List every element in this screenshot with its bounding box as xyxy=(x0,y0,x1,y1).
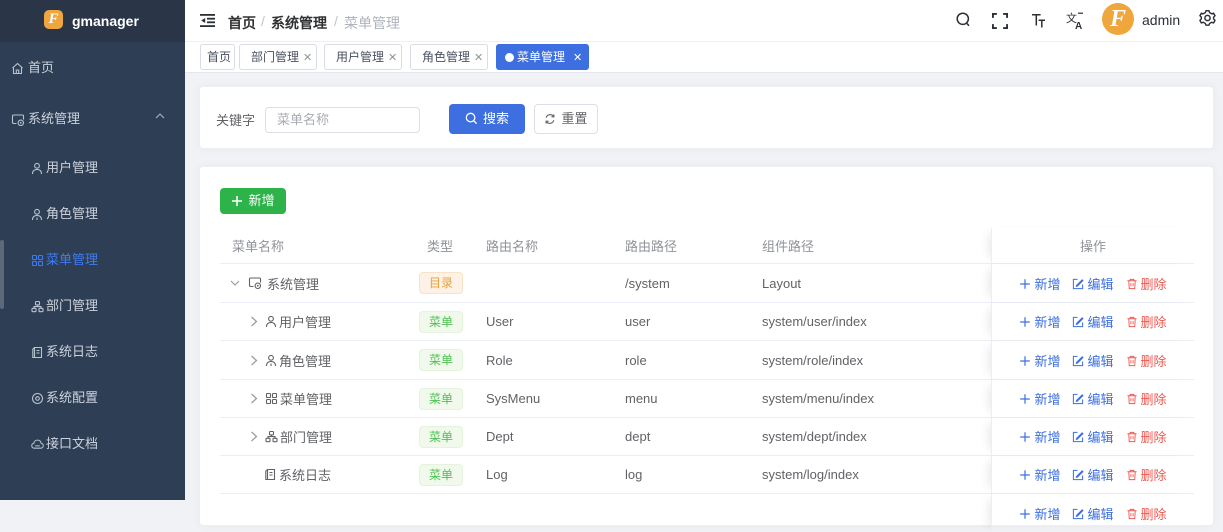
svg-text:A: A xyxy=(1075,21,1082,30)
